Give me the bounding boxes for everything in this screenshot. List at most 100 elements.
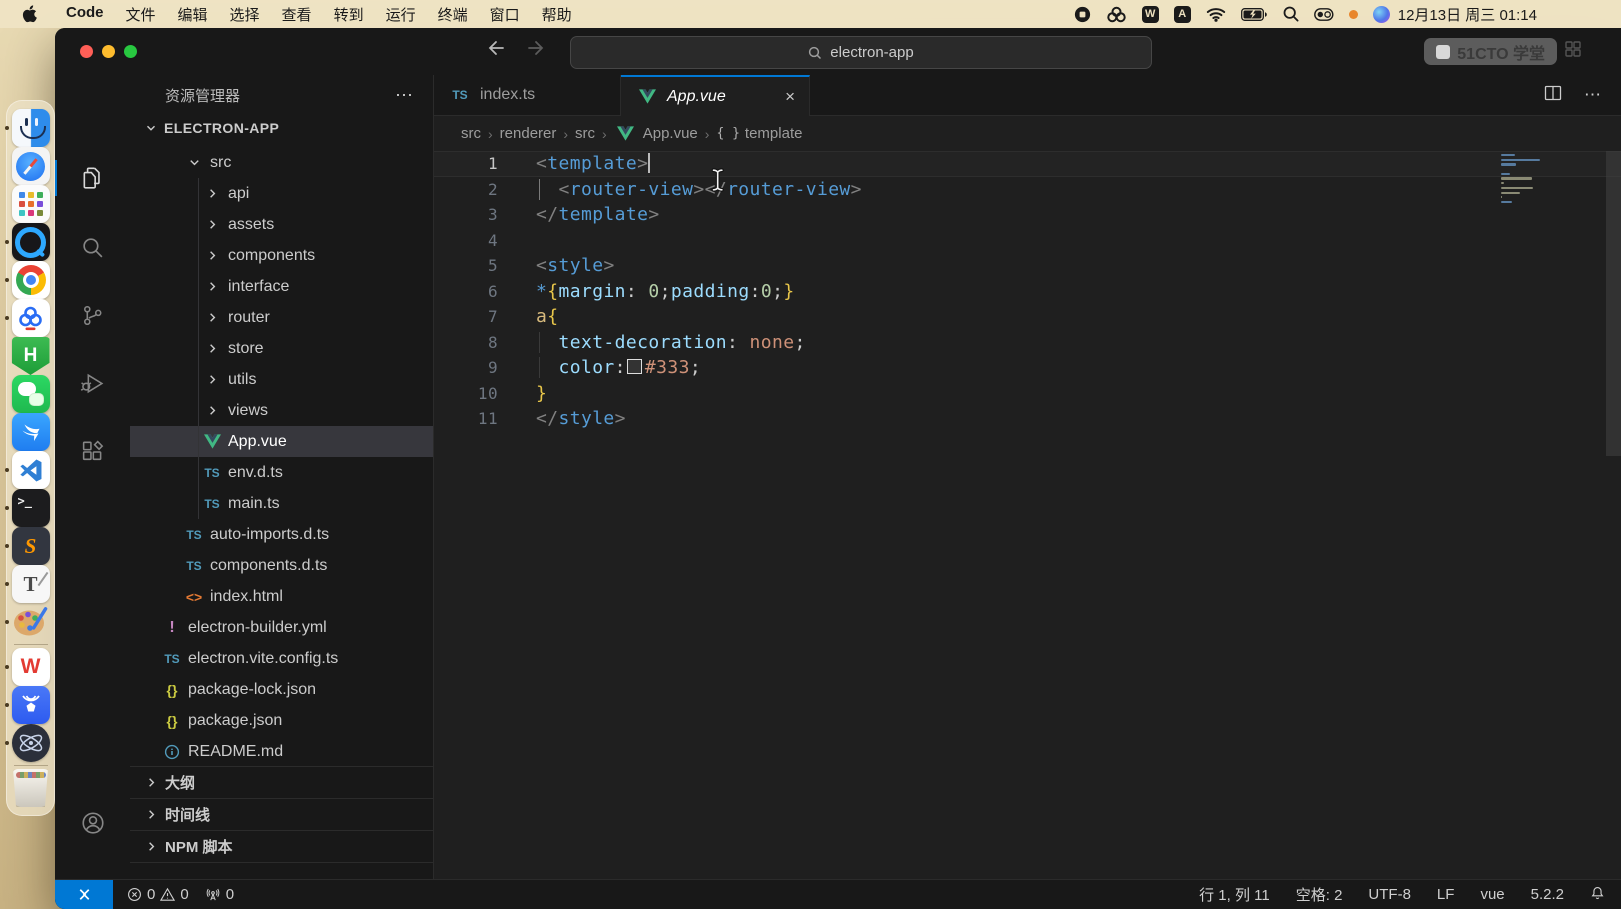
dock-item-finder-icon[interactable] — [12, 109, 50, 147]
siri-icon[interactable] — [1373, 6, 1390, 23]
tree-item-index.html[interactable]: <>index.html — [130, 581, 433, 612]
color-swatch[interactable] — [627, 359, 642, 374]
dock-item-palette-icon[interactable] — [12, 603, 50, 641]
wifi-icon[interactable] — [1206, 7, 1226, 22]
dock-item-vscode-icon[interactable] — [12, 451, 50, 489]
dock-item-wechat-icon[interactable] — [12, 375, 50, 413]
status-item-2[interactable]: UTF-8 — [1368, 886, 1411, 903]
code-line-11[interactable]: 11</style> — [434, 406, 1621, 432]
menu-item-3[interactable]: 选择 — [219, 4, 271, 25]
editor-scrollbar[interactable] — [1606, 151, 1621, 456]
activity-search-icon[interactable] — [55, 225, 130, 269]
spotlight-icon[interactable] — [1283, 6, 1299, 22]
zoom-window-button[interactable] — [124, 45, 137, 58]
screen-record-icon[interactable] — [1074, 6, 1091, 23]
code-line-7[interactable]: 7a{ — [434, 304, 1621, 330]
minimap[interactable] — [1501, 154, 1543, 206]
dock-item-sublime-icon[interactable]: S — [12, 527, 50, 565]
sidebar-section-0[interactable]: 大纲 — [130, 766, 433, 798]
dock-item-quicktime-icon[interactable] — [12, 223, 50, 261]
tree-item-src[interactable]: src — [130, 147, 433, 178]
activity-run-debug-icon[interactable] — [55, 361, 130, 405]
breadcrumb-item-2[interactable]: src — [575, 125, 595, 142]
command-center-search[interactable]: electron-app — [570, 36, 1152, 69]
menu-item-4[interactable]: 查看 — [271, 4, 323, 25]
customize-layout-icon[interactable] — [1565, 41, 1581, 62]
input-source-icon[interactable]: A — [1174, 6, 1191, 23]
dock-item-hbuilder-icon[interactable]: H — [12, 337, 50, 375]
tree-item-electron-builder.yml[interactable]: !electron-builder.yml — [130, 612, 433, 643]
activity-source-control-icon[interactable] — [55, 293, 130, 337]
code-line-9[interactable]: 9 color:#333; — [434, 355, 1621, 381]
tab-index.ts[interactable]: TSindex.ts — [434, 75, 621, 115]
dock-item-chrome-icon[interactable] — [12, 261, 50, 299]
code-line-3[interactable]: 3</template> — [434, 202, 1621, 228]
tree-item-store[interactable]: store — [130, 333, 433, 364]
breadcrumb-item-3[interactable]: App.vue — [614, 125, 698, 142]
status-item-4[interactable]: vue — [1480, 886, 1504, 903]
status-item-0[interactable]: 行 1, 列 11 — [1199, 884, 1270, 905]
menu-item-6[interactable]: 运行 — [375, 4, 427, 25]
tree-item-auto-imports.d.ts[interactable]: TSauto-imports.d.ts — [130, 519, 433, 550]
breadcrumb-item-1[interactable]: renderer — [500, 125, 557, 142]
tree-item-electron.vite.config.ts[interactable]: TSelectron.vite.config.ts — [130, 643, 433, 674]
nav-back-icon[interactable] — [485, 39, 505, 62]
menu-app-name[interactable]: Code — [55, 4, 115, 25]
remote-indicator-icon[interactable] — [55, 880, 113, 909]
tree-item-assets[interactable]: assets — [130, 209, 433, 240]
dock-item-wps-icon[interactable]: W — [12, 648, 50, 686]
tree-item-App.vue[interactable]: App.vue — [130, 426, 433, 457]
tree-item-interface[interactable]: interface — [130, 271, 433, 302]
breadcrumb-item-4[interactable]: { }template — [716, 125, 802, 142]
code-line-1[interactable]: 1<template> — [434, 151, 1621, 177]
menu-item-2[interactable]: 编辑 — [167, 4, 219, 25]
control-center-icon[interactable] — [1314, 8, 1334, 21]
apple-menu-icon[interactable] — [22, 5, 37, 23]
notifications-bell-icon[interactable] — [1590, 885, 1605, 905]
tree-item-main.ts[interactable]: TSmain.ts — [130, 488, 433, 519]
tab-App.vue[interactable]: App.vue× — [621, 75, 810, 116]
tree-item-env.d.ts[interactable]: TSenv.d.ts — [130, 457, 433, 488]
tree-item-api[interactable]: api — [130, 178, 433, 209]
code-line-6[interactable]: 6*{margin: 0;padding:0;} — [434, 279, 1621, 305]
dock-item-deer-icon[interactable] — [12, 686, 50, 724]
code-line-4[interactable]: 4 — [434, 228, 1621, 254]
editor-more-actions-icon[interactable]: ⋯ — [1584, 85, 1603, 105]
menu-item-8[interactable]: 窗口 — [479, 4, 531, 25]
dock-item-terminal-icon[interactable]: >_ — [12, 489, 50, 527]
activity-explorer-icon[interactable] — [55, 156, 130, 200]
code-editor[interactable]: 1<template>2 <router-view></router-view>… — [434, 151, 1621, 880]
wps-menu-icon[interactable]: W — [1142, 6, 1159, 23]
close-window-button[interactable] — [80, 45, 93, 58]
sidebar-more-actions-icon[interactable]: ⋯ — [395, 85, 415, 106]
dock-item-atom-electron-icon[interactable] — [12, 724, 50, 762]
breadcrumb-item-0[interactable]: src — [461, 125, 481, 142]
rings-menu-icon[interactable] — [1106, 6, 1127, 23]
tree-item-components[interactable]: components — [130, 240, 433, 271]
sidebar-section-2[interactable]: NPM 脚本 — [130, 830, 433, 862]
menu-item-9[interactable]: 帮助 — [531, 4, 583, 25]
menu-item-5[interactable]: 转到 — [323, 4, 375, 25]
dock-item-trash-icon[interactable] — [12, 769, 50, 807]
ports-indicator[interactable]: 0 — [205, 886, 234, 903]
code-line-2[interactable]: 2 <router-view></router-view> — [434, 177, 1621, 203]
close-tab-icon[interactable]: × — [785, 87, 795, 107]
nav-forward-icon[interactable] — [527, 39, 547, 62]
sidebar-section-1[interactable]: 时间线 — [130, 798, 433, 830]
menubar-clock[interactable]: 12月13日 周三 01:14 — [1398, 4, 1537, 25]
minimize-window-button[interactable] — [102, 45, 115, 58]
dock-item-launchpad-icon[interactable] — [12, 185, 50, 223]
tree-item-router[interactable]: router — [130, 302, 433, 333]
status-item-5[interactable]: 5.2.2 — [1531, 886, 1564, 903]
dock-item-safari-icon[interactable] — [12, 147, 50, 185]
battery-icon[interactable] — [1241, 8, 1268, 21]
code-line-10[interactable]: 10} — [434, 381, 1621, 407]
dock-item-textedit-icon[interactable]: T — [12, 565, 50, 603]
dock-item-rings-icon[interactable] — [12, 299, 50, 337]
menu-item-1[interactable]: 文件 — [115, 4, 167, 25]
menu-item-7[interactable]: 终端 — [427, 4, 479, 25]
tree-item-README.md[interactable]: README.md — [130, 736, 433, 766]
activity-extensions-icon[interactable] — [55, 429, 130, 473]
tree-item-package-lock.json[interactable]: {}package-lock.json — [130, 674, 433, 705]
activity-account-icon[interactable] — [55, 801, 130, 845]
